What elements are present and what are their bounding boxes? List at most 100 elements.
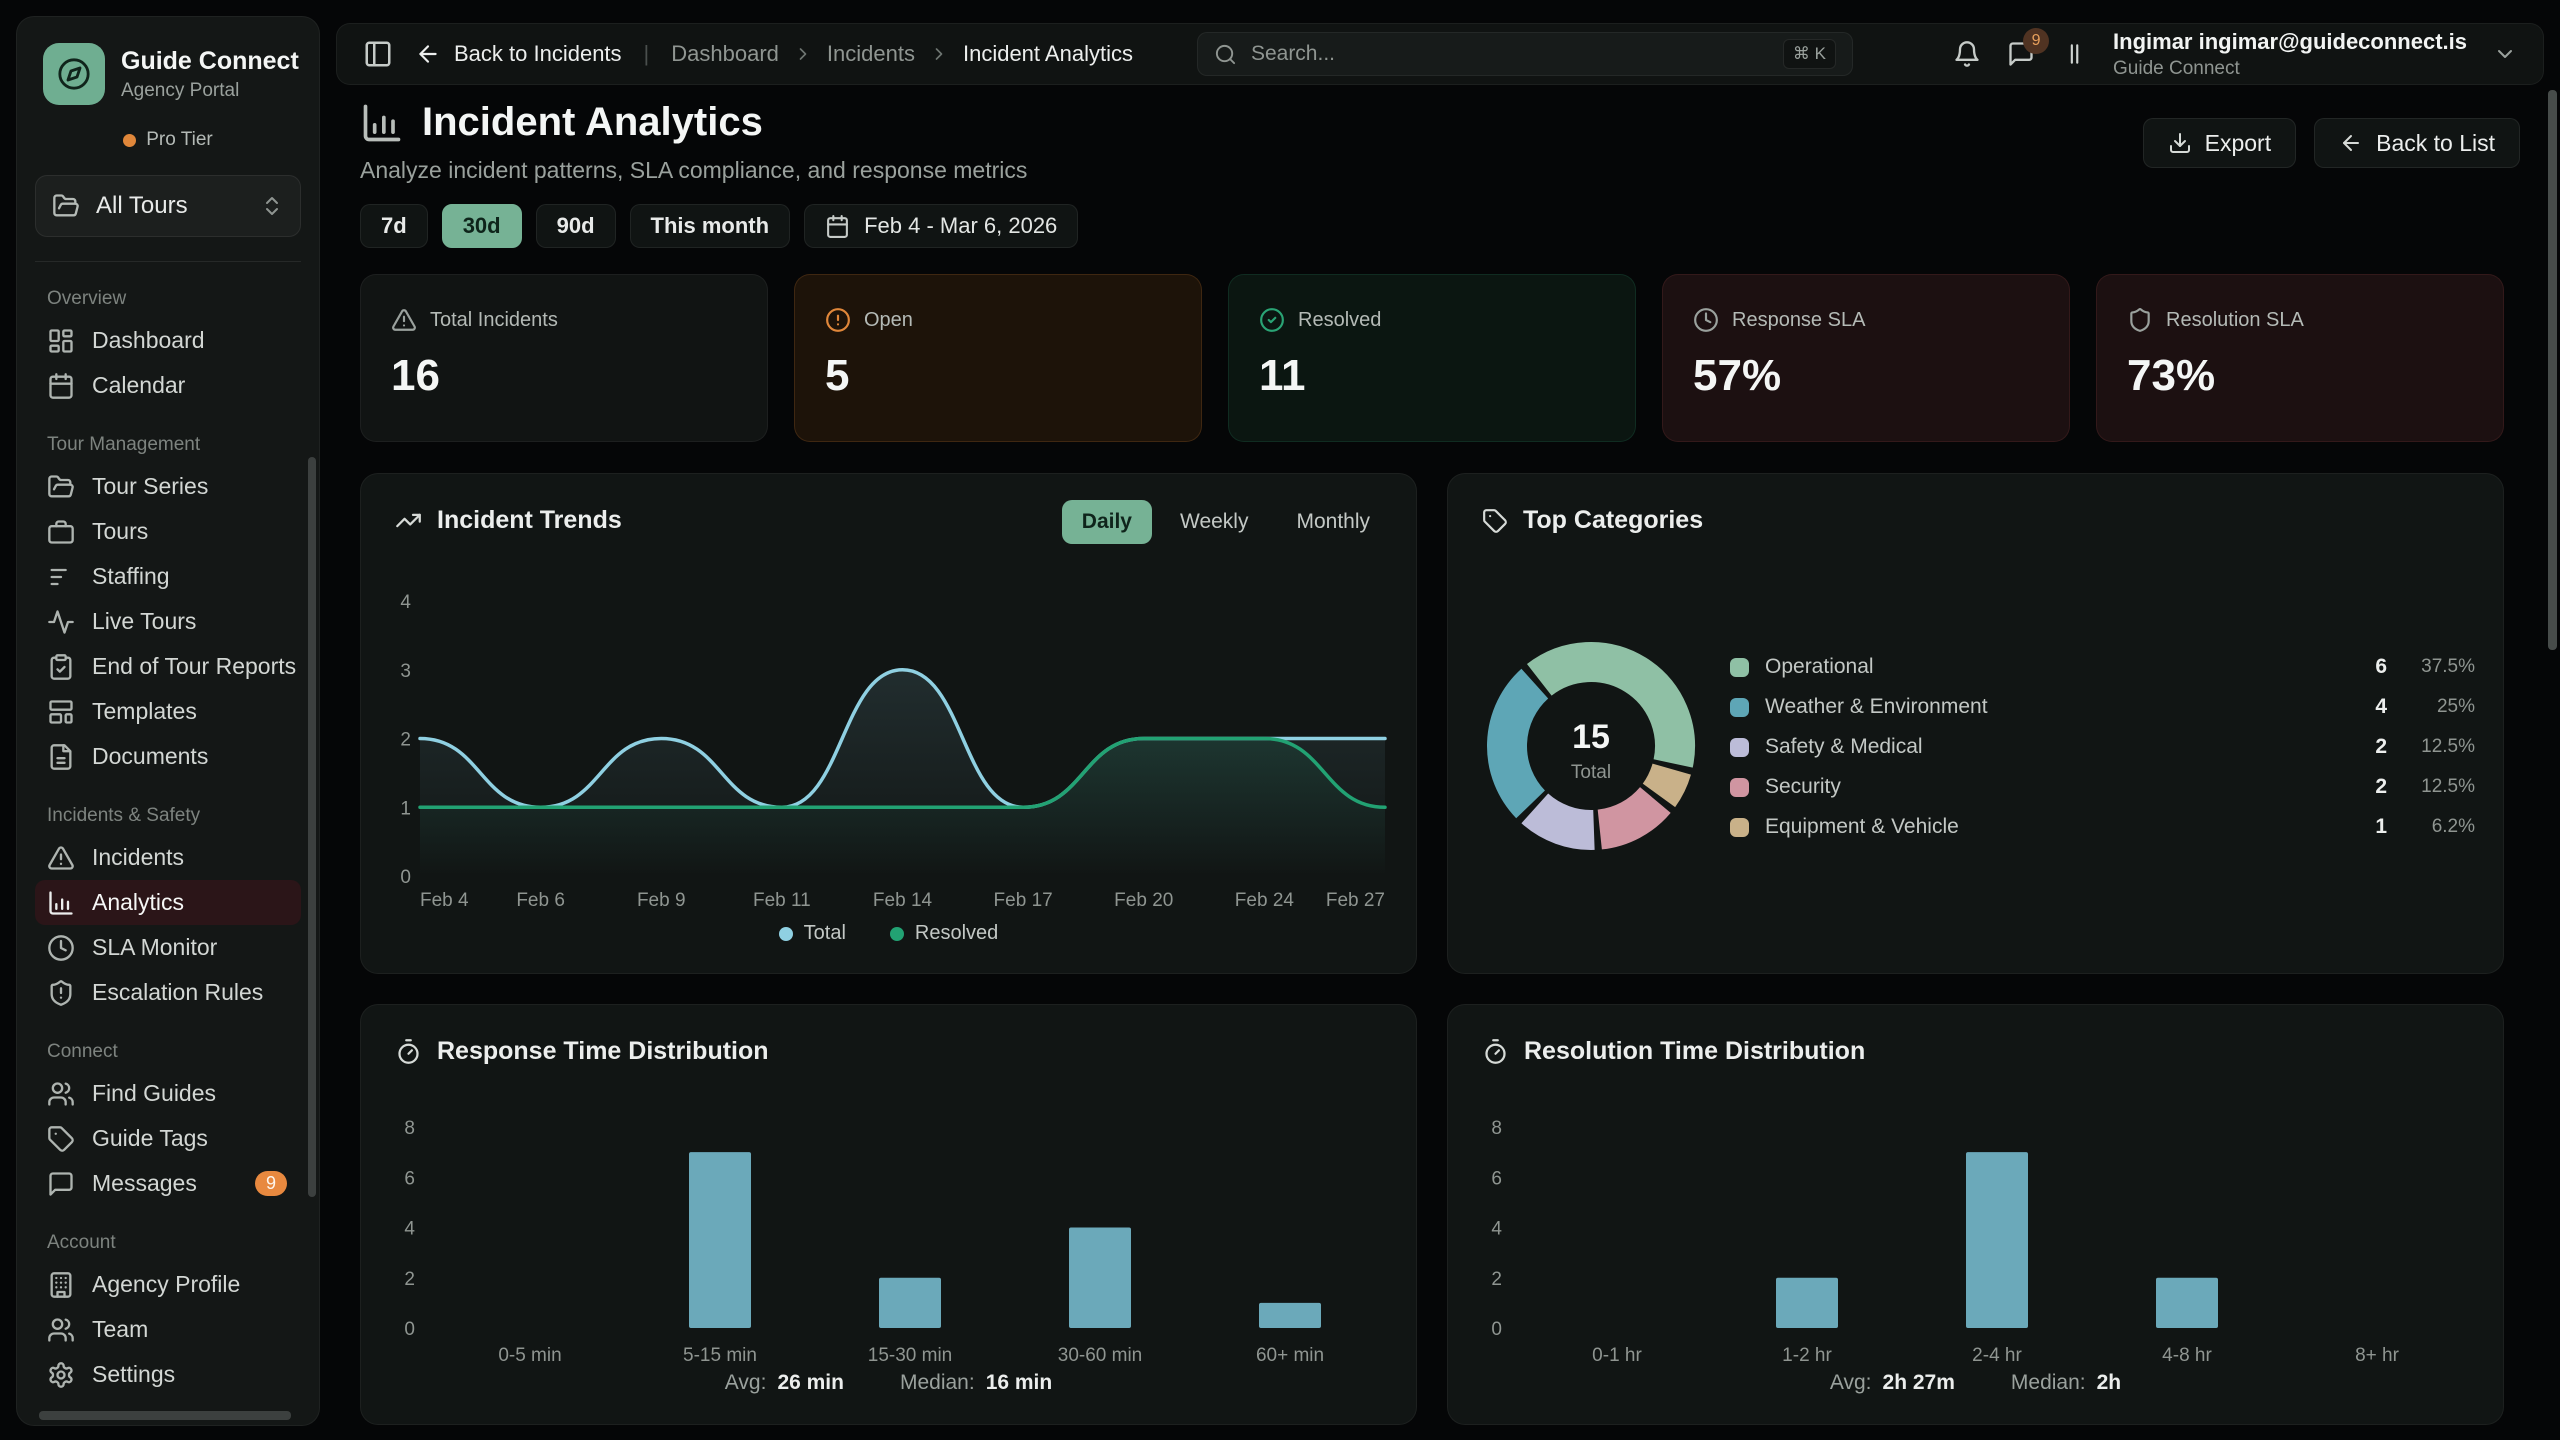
messages-icon[interactable]: 9 <box>2007 40 2035 68</box>
avg-stat: Avg:26 min <box>725 1371 844 1395</box>
response-time-title: Response Time Distribution <box>437 1037 769 1066</box>
toggle-daily[interactable]: Daily <box>1062 500 1152 544</box>
toggle-weekly[interactable]: Weekly <box>1160 500 1268 544</box>
sidebar-item-templates[interactable]: Templates <box>35 689 301 734</box>
stats-row: Total Incidents16Open5Resolved11Response… <box>360 274 2504 442</box>
notifications-bell-icon[interactable] <box>1953 40 1981 68</box>
chevron-down-icon[interactable] <box>2493 42 2517 66</box>
page-title: Incident Analytics <box>422 100 763 145</box>
category-count: 6 <box>2347 655 2387 679</box>
search-shortcut: ⌘ K <box>1783 39 1836 69</box>
category-label: Security <box>1765 775 2347 799</box>
search-icon <box>1214 43 1237 66</box>
page-subtitle: Analyze incident patterns, SLA complianc… <box>360 157 1027 184</box>
sidebar-item-team[interactable]: Team <box>35 1307 301 1352</box>
search-input[interactable] <box>1251 42 1769 66</box>
svg-text:Feb 24: Feb 24 <box>1235 890 1295 910</box>
date-range-chip[interactable]: Feb 4 - Mar 6, 2026 <box>804 204 1078 248</box>
svg-text:4-8 hr: 4-8 hr <box>2162 1345 2212 1366</box>
category-count: 2 <box>2347 735 2387 759</box>
sidebar-item-label: Incidents <box>92 844 289 871</box>
tour-selector[interactable]: All Tours <box>35 175 301 237</box>
range-30d-button[interactable]: 30d <box>442 204 522 248</box>
sidebar-item-label: Find Guides <box>92 1080 289 1107</box>
back-to-list-button[interactable]: Back to List <box>2314 118 2520 168</box>
sidebar-item-analytics[interactable]: Analytics <box>35 880 301 925</box>
sidebar: Guide Connect Agency Portal Pro Tier All… <box>16 16 320 1426</box>
sidebar-item-escalation-rules[interactable]: Escalation Rules <box>35 970 301 1015</box>
range-7d-button[interactable]: 7d <box>360 204 428 248</box>
categories-legend: Operational637.5%Weather & Environment42… <box>1730 652 2475 852</box>
svg-text:4: 4 <box>400 592 411 613</box>
pause-icon[interactable] <box>2061 41 2087 67</box>
range-90d-button[interactable]: 90d <box>536 204 616 248</box>
sidebar-item-live-tours[interactable]: Live Tours <box>35 599 301 644</box>
alert-circle-icon <box>825 307 851 333</box>
app-name: Guide Connect <box>121 47 299 76</box>
topbar-left: Back to Incidents | Dashboard Incidents … <box>363 39 1133 69</box>
sidebar-item-guide-tags[interactable]: Guide Tags <box>35 1116 301 1161</box>
stat-label: Resolution SLA <box>2166 309 2304 332</box>
stat-label: Response SLA <box>1732 309 1865 332</box>
sidebar-item-end-of-tour-reports[interactable]: End of Tour Reports <box>35 644 301 689</box>
stat-value: 11 <box>1259 351 1605 401</box>
response-time-chart: 024680-5 min5-15 min15-30 min30-60 min60… <box>385 1093 1395 1398</box>
nav-section-title-connect: Connect <box>47 1041 301 1063</box>
back-to-incidents-button[interactable]: Back to Incidents <box>415 41 622 67</box>
svg-text:2: 2 <box>404 1269 415 1290</box>
sidebar-item-find-guides[interactable]: Find Guides <box>35 1071 301 1116</box>
sidebar-item-staffing[interactable]: Staffing <box>35 554 301 599</box>
tag-icon <box>47 1125 75 1153</box>
resolution-time-panel: Resolution Time Distribution 024680-1 hr… <box>1447 1004 2504 1425</box>
sidebar-item-label: Settings <box>92 1361 289 1388</box>
sidebar-item-dashboard[interactable]: Dashboard <box>35 318 301 363</box>
response-time-stats: Avg:26 minMedian:16 min <box>361 1371 1416 1395</box>
response-time-panel: Response Time Distribution 024680-5 min5… <box>360 1004 1417 1425</box>
sidebar-item-settings[interactable]: Settings <box>35 1352 301 1397</box>
svg-text:Total: Total <box>1571 762 1611 783</box>
category-percent: 12.5% <box>2387 736 2475 758</box>
svg-text:Feb 17: Feb 17 <box>994 890 1053 910</box>
svg-text:0-5 min: 0-5 min <box>498 1345 561 1366</box>
staffing-icon <box>47 563 75 591</box>
sidebar-item-tour-series[interactable]: Tour Series <box>35 464 301 509</box>
clock-icon <box>47 934 75 962</box>
range-this-month-button[interactable]: This month <box>630 204 791 248</box>
export-button[interactable]: Export <box>2143 118 2296 168</box>
search-bar[interactable]: ⌘ K <box>1197 32 1853 76</box>
sidebar-item-label: Tours <box>92 518 289 545</box>
sidebar-item-agency-profile[interactable]: Agency Profile <box>35 1262 301 1307</box>
breadcrumb-incidents[interactable]: Incidents <box>827 41 915 67</box>
message-square-icon <box>47 1170 75 1198</box>
sidebar-item-tours[interactable]: Tours <box>35 509 301 554</box>
user-menu[interactable]: Ingimar ingimar@guideconnect.is Guide Co… <box>2113 29 2467 80</box>
sidebar-toggle-icon[interactable] <box>363 39 393 69</box>
sidebar-item-messages[interactable]: Messages9 <box>35 1161 301 1206</box>
sidebar-item-documents[interactable]: Documents <box>35 734 301 779</box>
legend-dot-icon <box>890 927 904 941</box>
sidebar-item-sla-monitor[interactable]: SLA Monitor <box>35 925 301 970</box>
incident-trends-title: Incident Trends <box>437 506 622 535</box>
breadcrumb-dashboard[interactable]: Dashboard <box>671 41 779 67</box>
sidebar-item-calendar[interactable]: Calendar <box>35 363 301 408</box>
svg-text:0: 0 <box>400 867 411 888</box>
sidebar-horizontal-scrollbar[interactable] <box>39 1411 291 1420</box>
back-to-incidents-label: Back to Incidents <box>454 41 622 67</box>
alert-triangle-icon <box>47 844 75 872</box>
svg-text:4: 4 <box>404 1219 415 1240</box>
sidebar-item-label: End of Tour Reports <box>92 653 296 680</box>
resolution-time-stats: Avg:2h 27mMedian:2h <box>1448 1371 2503 1395</box>
svg-text:Feb 9: Feb 9 <box>637 890 686 910</box>
sidebar-item-incidents[interactable]: Incidents <box>35 835 301 880</box>
window-scrollbar[interactable] <box>2548 90 2557 650</box>
sidebar-vertical-scrollbar[interactable] <box>308 457 316 1197</box>
top-categories-title: Top Categories <box>1523 506 1703 535</box>
toggle-monthly[interactable]: Monthly <box>1276 500 1390 544</box>
category-label: Safety & Medical <box>1765 735 2347 759</box>
svg-text:30-60 min: 30-60 min <box>1058 1345 1143 1366</box>
topbar: Back to Incidents | Dashboard Incidents … <box>336 23 2544 85</box>
compass-icon <box>57 57 91 91</box>
category-count: 2 <box>2347 775 2387 799</box>
legend-label: Total <box>804 922 846 945</box>
svg-text:4: 4 <box>1491 1219 1502 1240</box>
